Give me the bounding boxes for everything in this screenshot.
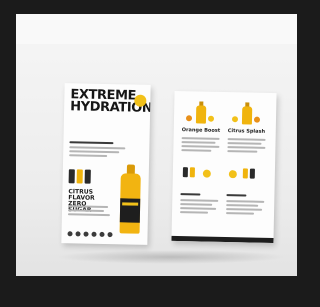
flyer-column-left: Orange Boost <box>178 97 225 236</box>
feature-icon <box>107 232 113 238</box>
text-line <box>69 141 114 145</box>
can-icon <box>76 169 83 184</box>
mockup-backdrop: EXTREME HYDRATION CITRUS FLAVOR ZERO SUG… <box>16 14 297 276</box>
flyer-back: Orange Boost Citrus Splash <box>171 90 277 244</box>
text-line <box>181 149 212 152</box>
bottle-icon <box>241 102 253 125</box>
footer-bar <box>171 235 274 244</box>
text-line <box>226 208 263 211</box>
feature-icon <box>83 231 89 237</box>
text-line <box>226 200 265 203</box>
product-cans <box>242 168 255 179</box>
text-line <box>181 141 216 144</box>
can-icon <box>249 168 255 179</box>
feature-icons <box>67 231 113 238</box>
text-line <box>67 213 110 217</box>
can-icon <box>84 169 91 184</box>
text-line <box>227 150 258 153</box>
text-line <box>69 150 120 154</box>
text-line <box>180 211 209 214</box>
bottle-icon <box>195 101 207 124</box>
flyer-column-right: Citrus Splash <box>224 98 271 237</box>
feature-icon <box>67 231 73 237</box>
text-line <box>180 199 219 202</box>
text-line <box>226 212 255 215</box>
orange-icon <box>253 116 261 123</box>
column-title: Orange Boost <box>181 127 221 134</box>
can-icon <box>182 167 188 178</box>
feature-icon <box>75 231 81 237</box>
flyer-headline: EXTREME HYDRATION <box>70 87 151 116</box>
product-cans <box>182 167 195 178</box>
text-line <box>227 142 262 145</box>
lemon-icon <box>207 115 215 122</box>
floor-shadow <box>56 250 286 264</box>
text-line <box>69 146 126 150</box>
feature-icon <box>91 231 97 237</box>
text-line <box>226 194 247 197</box>
text-line <box>181 137 220 140</box>
text-line <box>69 154 108 158</box>
bottle-icon <box>118 164 143 234</box>
text-line <box>227 146 266 149</box>
feature-icon <box>99 231 105 237</box>
lemon-icon <box>231 116 239 123</box>
product-cans <box>68 169 91 184</box>
text-line <box>181 145 220 148</box>
orange-icon <box>185 115 193 122</box>
text-line <box>180 203 213 206</box>
lemon-icon <box>202 169 211 178</box>
text-line <box>180 207 217 210</box>
can-icon <box>68 169 75 184</box>
text-line <box>180 193 201 196</box>
text-line <box>227 138 266 141</box>
lemon-icon <box>228 170 237 179</box>
flyer-front: EXTREME HYDRATION CITRUS FLAVOR ZERO SUG… <box>61 83 151 245</box>
text-line <box>226 204 259 207</box>
can-icon <box>242 168 248 179</box>
column-title: Citrus Splash <box>227 128 266 135</box>
can-icon <box>189 167 195 178</box>
wall-top-band <box>16 14 297 44</box>
